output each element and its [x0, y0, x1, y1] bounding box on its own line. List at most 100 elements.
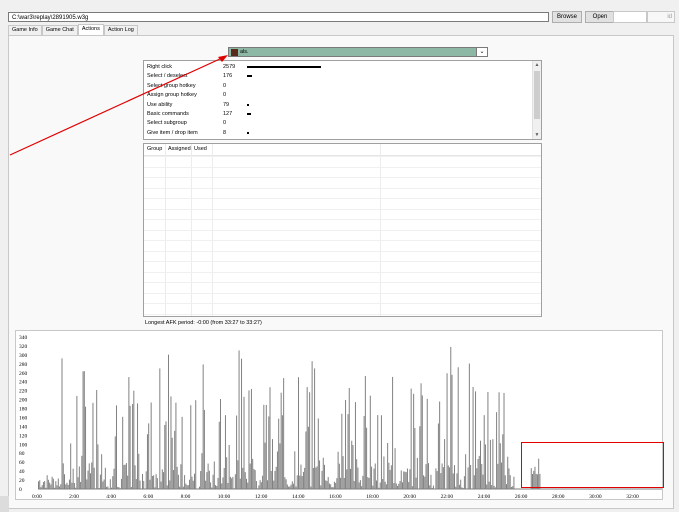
apm-bar [61, 358, 63, 489]
apm-bar [122, 416, 124, 489]
apm-bar [171, 437, 173, 489]
tab-game-chat[interactable]: Game Chat [41, 25, 78, 35]
tab-action-log[interactable]: Action Log [103, 25, 138, 35]
apm-bar [229, 476, 231, 489]
apm-bar [41, 485, 43, 489]
apm-bar [380, 415, 382, 489]
apm-bar [366, 427, 368, 489]
apm-bar [283, 378, 285, 489]
apm-bar [172, 469, 174, 489]
apm-bar [71, 482, 73, 489]
apm-bar [103, 479, 105, 489]
apm-bar [414, 428, 416, 489]
column-used[interactable]: Used [194, 146, 207, 152]
hotkey-group-table[interactable]: Group Assigned Used [143, 143, 542, 317]
apm-bar [129, 405, 131, 489]
extra-input[interactable] [613, 11, 647, 23]
x-tick-label: 28:00 [552, 494, 565, 500]
apm-bar [135, 479, 137, 489]
action-counts-list[interactable]: ▲ ▼ Right click 2579 Select / deselect 176 S… [143, 60, 542, 140]
x-tick-label: 22:00 [441, 494, 454, 500]
action-bar [247, 66, 321, 68]
apm-bar [75, 487, 77, 489]
apm-bar [123, 464, 125, 489]
apm-bar [351, 440, 353, 489]
apm-bar [437, 423, 439, 489]
apm-bar [158, 488, 160, 489]
apm-bar [163, 472, 165, 489]
apm-bar [406, 468, 408, 489]
apm-bar [472, 386, 474, 489]
column-assigned[interactable]: Assigned [168, 146, 191, 152]
apm-bar [85, 406, 87, 489]
apm-bar [291, 481, 293, 489]
action-list-scrollbar[interactable]: ▲ ▼ [532, 61, 541, 139]
apm-bar [356, 459, 358, 489]
apm-bar [361, 486, 363, 489]
apm-bar [189, 479, 191, 489]
apm-bar [265, 404, 267, 489]
column-divider [212, 144, 213, 316]
apm-bar [112, 476, 114, 489]
apm-bar [279, 443, 281, 489]
apm-bar [489, 439, 491, 489]
apm-bar [239, 478, 241, 489]
apm-bar [125, 463, 127, 489]
chevron-down-icon[interactable]: ⌄ [476, 48, 487, 56]
y-tick-label: 20 [19, 478, 25, 484]
apm-bar [222, 477, 224, 489]
apm-bar [96, 390, 98, 489]
tab-actions[interactable]: Actions [77, 24, 104, 35]
apm-bar [387, 442, 389, 489]
apm-bar [394, 448, 396, 489]
replay-path-input[interactable]: C:\war3\replay\2891905.w3g [8, 12, 549, 22]
apm-bar [255, 481, 257, 489]
apm-bar [454, 465, 455, 489]
apm-bar [87, 470, 89, 489]
player-select[interactable]: als. ⌄ [228, 47, 488, 57]
apm-bar [130, 486, 132, 489]
apm-bar [301, 476, 303, 489]
apm-bar [408, 482, 410, 489]
apm-bar [206, 472, 208, 489]
apm-bar [114, 436, 116, 489]
apm-bar [227, 482, 229, 489]
apm-bar [210, 482, 212, 489]
apm-bar [54, 487, 56, 489]
apm-bar [216, 485, 218, 489]
apm-bar [91, 462, 93, 489]
apm-bar [431, 487, 433, 489]
apm-bar [384, 481, 386, 489]
apm-bar [382, 479, 384, 489]
apm-bar [425, 464, 427, 489]
apm-bar [362, 475, 364, 489]
browse-button[interactable]: Browse [552, 11, 582, 23]
apm-bar [200, 471, 202, 489]
open-button[interactable]: Open [585, 11, 615, 23]
apm-bar [151, 475, 153, 489]
apm-bar [201, 453, 203, 489]
apm-bar [299, 475, 301, 489]
column-divider [191, 144, 192, 316]
apm-bar [428, 463, 429, 489]
scroll-up-icon[interactable]: ▲ [533, 61, 541, 69]
apm-bar [333, 481, 335, 489]
apm-bar [325, 480, 327, 489]
scroll-thumb[interactable] [534, 71, 540, 119]
apm-bar [451, 374, 453, 489]
extra-field-label[interactable]: id [647, 11, 675, 23]
tab-game-info[interactable]: Game Info [8, 25, 42, 35]
apm-bar [66, 482, 68, 489]
apm-bar [491, 485, 493, 489]
apm-bar [372, 485, 374, 489]
action-label: Basic commands [147, 111, 189, 117]
column-group[interactable]: Group [147, 146, 162, 152]
tab-bar: Game Info Game Chat Actions Action Log [8, 24, 138, 35]
apm-bar [346, 469, 348, 489]
apm-bar [184, 475, 186, 489]
scroll-down-icon[interactable]: ▼ [533, 131, 541, 139]
action-count: 0 [223, 82, 227, 89]
apm-bar [213, 461, 215, 489]
apm-bar [478, 455, 480, 489]
apm-bar [374, 463, 376, 489]
